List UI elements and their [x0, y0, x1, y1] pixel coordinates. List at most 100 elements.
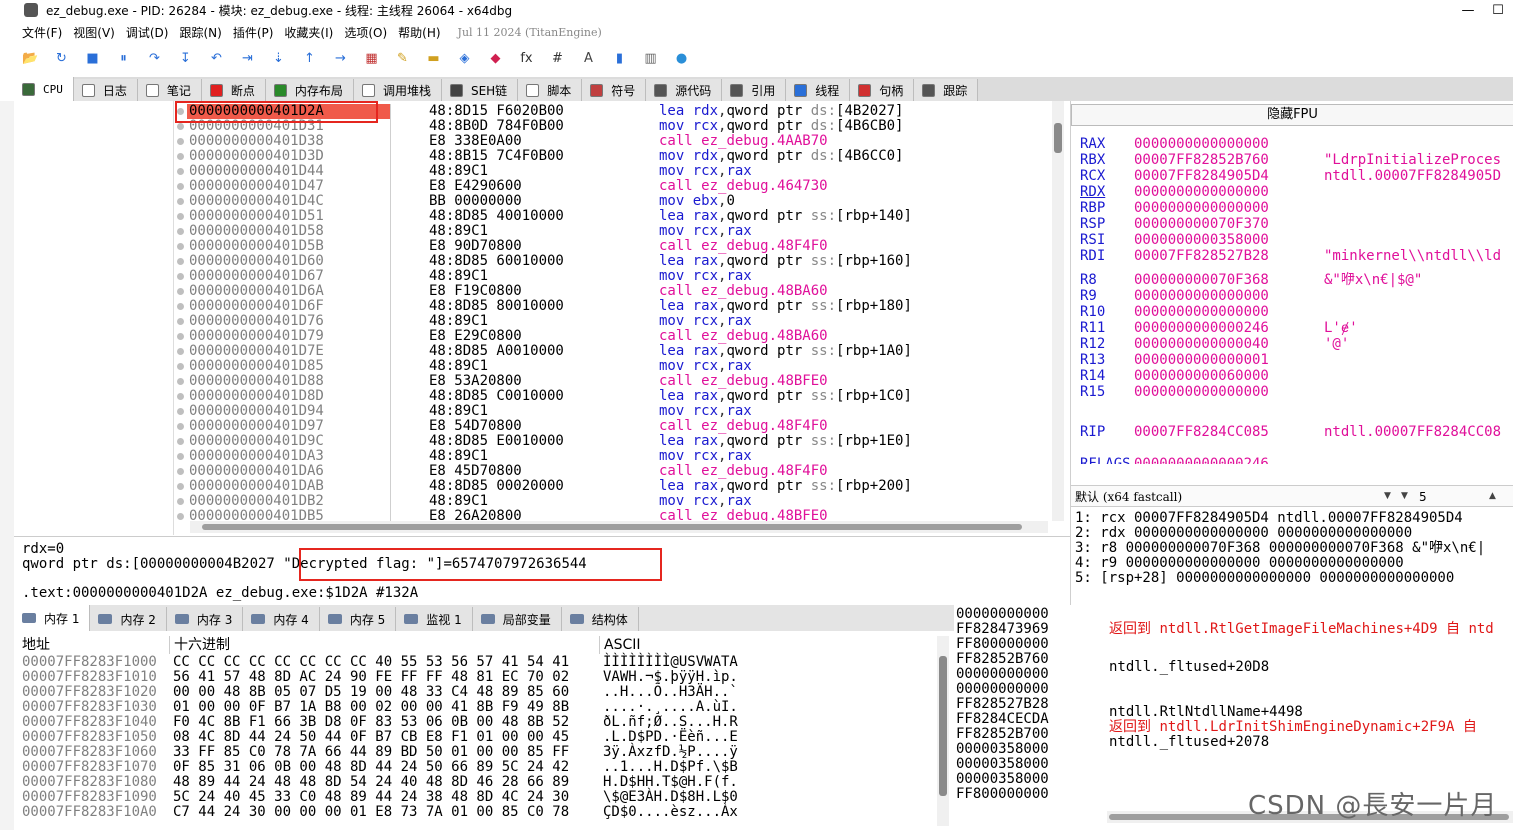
register-row[interactable]: R14 0000000000060000	[1080, 368, 1324, 384]
run-to-user-icon[interactable]: ↑	[301, 50, 318, 67]
dump-row[interactable]: 00007FF8283F1060 33 FF 85 C0 78 7A 66 44 …	[22, 745, 738, 760]
chevron-down-icon[interactable]: ▼	[1384, 491, 1391, 501]
disasm-row[interactable]: 0000000000401D3D 48:8B15 7C4F0B00 mov rdx,…	[174, 149, 1054, 164]
hide-fpu-button[interactable]: 隐藏FPU	[1071, 104, 1513, 126]
breakpoint-dot-icon[interactable]	[174, 404, 187, 419]
register-row[interactable]: RAX 0000000000000000	[1080, 136, 1324, 152]
breakpoint-dot-icon[interactable]	[174, 209, 187, 224]
stack-row[interactable]: FF82852B760	[956, 652, 1049, 667]
dump-vscrollbar[interactable]	[937, 636, 949, 826]
disasm-row[interactable]: 0000000000401D6F 48:8D85 80010000 lea rax,…	[174, 299, 1054, 314]
scroll-thumb[interactable]	[939, 656, 947, 796]
breakpoint-dot-icon[interactable]	[174, 119, 187, 134]
menu-item[interactable]: 调试(D)	[126, 24, 169, 41]
register-value[interactable]: 0000000000000000	[1134, 136, 1324, 152]
dump-row[interactable]: 00007FF8283F1040 F0 4C 8B F1 66 3B D8 0F …	[22, 715, 738, 730]
register-row[interactable]: R11 0000000000000246 L'ɇ'	[1080, 320, 1358, 336]
dump-row[interactable]: 00007FF8283F1050 08 4C 8D 44 24 50 44 0F …	[22, 730, 738, 745]
register-value[interactable]: 00007FF8284CC085	[1134, 424, 1324, 440]
register-value[interactable]: 0000000000000040	[1134, 336, 1324, 352]
register-value[interactable]: 00007FF8284905D4	[1134, 168, 1324, 184]
register-value[interactable]: 0000000000000000	[1134, 184, 1324, 200]
argument-row[interactable]: 3: r8 000000000070F368 000000000070F368 …	[1075, 540, 1485, 556]
label-icon[interactable]: ▬	[425, 50, 442, 67]
disasm-row[interactable]: 0000000000401D88 E8 53A20800 call ez_debug…	[174, 374, 1054, 389]
breakpoint-dot-icon[interactable]	[174, 134, 187, 149]
disasm-row[interactable]: 0000000000401D97 E8 54D70800 call ez_debug…	[174, 419, 1054, 434]
breakpoint-dot-icon[interactable]	[174, 224, 187, 239]
breakpoint-dot-icon[interactable]	[174, 164, 187, 179]
register-row[interactable]: RCX 00007FF8284905D4 ntdll.00007FF8284905D	[1080, 168, 1501, 184]
breakpoint-dot-icon[interactable]	[174, 299, 187, 314]
register-row[interactable]: RDX 0000000000000000	[1080, 184, 1324, 200]
stack-row[interactable]: 00000000000	[956, 682, 1049, 697]
tab-9[interactable]: 源代码	[646, 79, 723, 101]
disasm-row[interactable]: 0000000000401DB2 48:89C1 mov rcx,rax	[174, 494, 1054, 509]
tab-0[interactable]: CPU	[14, 77, 74, 101]
menu-item[interactable]: 帮助(H)	[398, 24, 440, 41]
breakpoint-dot-icon[interactable]	[174, 494, 187, 509]
tab-6[interactable]: SEH链	[441, 79, 519, 101]
scroll-thumb[interactable]	[202, 524, 1022, 530]
register-row[interactable]: RFLAGS 0000000000000246	[1080, 456, 1324, 464]
tab-10[interactable]: 引用	[722, 79, 787, 101]
register-value[interactable]: 00007FF82852B760	[1134, 152, 1324, 168]
step-into-icon[interactable]: ↧	[177, 50, 194, 67]
stack-row[interactable]: 00000358000	[956, 772, 1049, 787]
calling-convention-select[interactable]: 默认 (x64 fastcall)	[1075, 489, 1393, 505]
menu-item[interactable]: 视图(V)	[73, 24, 115, 41]
register-row[interactable]: R8 000000000070F368 &"咿x\n€|$@"	[1080, 272, 1422, 288]
globe-icon[interactable]: ●	[673, 50, 690, 67]
disasm-row[interactable]: 0000000000401D31 48:8B0D 784F0B00 mov rcx,…	[174, 119, 1054, 134]
tab-1[interactable]: 日志	[73, 79, 138, 101]
stack-row[interactable]: 00000000000	[956, 607, 1049, 622]
menu-item[interactable]: 收藏夹(I)	[284, 24, 333, 41]
minimize-button[interactable]: —	[1453, 3, 1483, 18]
register-row[interactable]: R15 0000000000000000	[1080, 384, 1324, 400]
breakpoint-dot-icon[interactable]	[174, 479, 187, 494]
disassembly-view[interactable]: 0000000000401D2A 48:8D15 F6020B00 lea rdx,…	[14, 101, 1064, 535]
tab-7[interactable]: 脚本	[518, 79, 583, 101]
disasm-row[interactable]: 0000000000401D67 48:89C1 mov rcx,rax	[174, 269, 1054, 284]
tab-8[interactable]: 符号	[582, 79, 647, 101]
stack-row[interactable]: FF828473969	[956, 622, 1049, 637]
disasm-row[interactable]: 0000000000401D38 E8 338E0A00 call ez_debug…	[174, 134, 1054, 149]
step-over-icon[interactable]: ↷	[146, 50, 163, 67]
register-row[interactable]: RSP 000000000070F370	[1080, 216, 1324, 232]
register-row[interactable]: R9 0000000000000000	[1080, 288, 1324, 304]
dump-tab-2[interactable]: 内存 3	[166, 607, 244, 631]
maximize-button[interactable]: ☐	[1483, 3, 1513, 18]
dump-row[interactable]: 00007FF8283F1020 00 00 48 8B 05 07 D5 19 …	[22, 685, 738, 700]
dump-row[interactable]: 00007FF8283F1000 CC CC CC CC CC CC CC CC …	[22, 655, 738, 670]
dump-tab-5[interactable]: 监视 1	[396, 607, 473, 631]
breakpoint-dot-icon[interactable]	[174, 389, 187, 404]
stack-row[interactable]: FF828527B28	[956, 697, 1049, 712]
dump-row[interactable]: 00007FF8283F10A0 C7 44 24 30 00 00 00 01 …	[22, 805, 738, 820]
menu-item[interactable]: 选项(O)	[344, 24, 387, 41]
dump-tab-7[interactable]: 结构体	[561, 607, 639, 631]
disassembly-vscrollbar[interactable]	[1052, 101, 1064, 521]
breakpoint-dot-icon[interactable]	[174, 449, 187, 464]
register-value[interactable]: 000000000070F370	[1134, 216, 1324, 232]
breakpoint-dot-icon[interactable]	[174, 344, 187, 359]
disasm-row[interactable]: 0000000000401DA3 48:89C1 mov rcx,rax	[174, 449, 1054, 464]
hash-icon[interactable]: #	[549, 50, 566, 67]
breakpoint-dot-icon[interactable]	[174, 359, 187, 374]
register-value[interactable]: 0000000000000000	[1134, 200, 1324, 216]
tab-3[interactable]: 断点	[201, 79, 266, 101]
dump-row[interactable]: 00007FF8283F1070 0F 85 31 06 0B 00 48 8D …	[22, 760, 738, 775]
bookmark-icon[interactable]: ◈	[456, 50, 473, 67]
disasm-row[interactable]: 0000000000401D58 48:89C1 mov rcx,rax	[174, 224, 1054, 239]
disasm-row[interactable]: 0000000000401D76 48:89C1 mov rcx,rax	[174, 314, 1054, 329]
disasm-row[interactable]: 0000000000401D51 48:8D85 40010000 lea rax,…	[174, 209, 1054, 224]
trace-over-icon[interactable]: ⇥	[239, 50, 256, 67]
pause-icon[interactable]: ⏸	[115, 50, 132, 67]
disasm-row[interactable]: 0000000000401D4C BB 00000000 mov ebx,0	[174, 194, 1054, 209]
stack-row[interactable]: 00000358000	[956, 742, 1049, 757]
menu-item[interactable]: 文件(F)	[22, 24, 62, 41]
stop-icon[interactable]: ■	[84, 50, 101, 67]
breakpoint-dot-icon[interactable]	[174, 464, 187, 479]
tab-4[interactable]: 内存布局	[265, 79, 354, 101]
breakpoint-dot-icon[interactable]	[174, 374, 187, 389]
chevron-up-icon[interactable]: ▲	[1489, 491, 1496, 501]
